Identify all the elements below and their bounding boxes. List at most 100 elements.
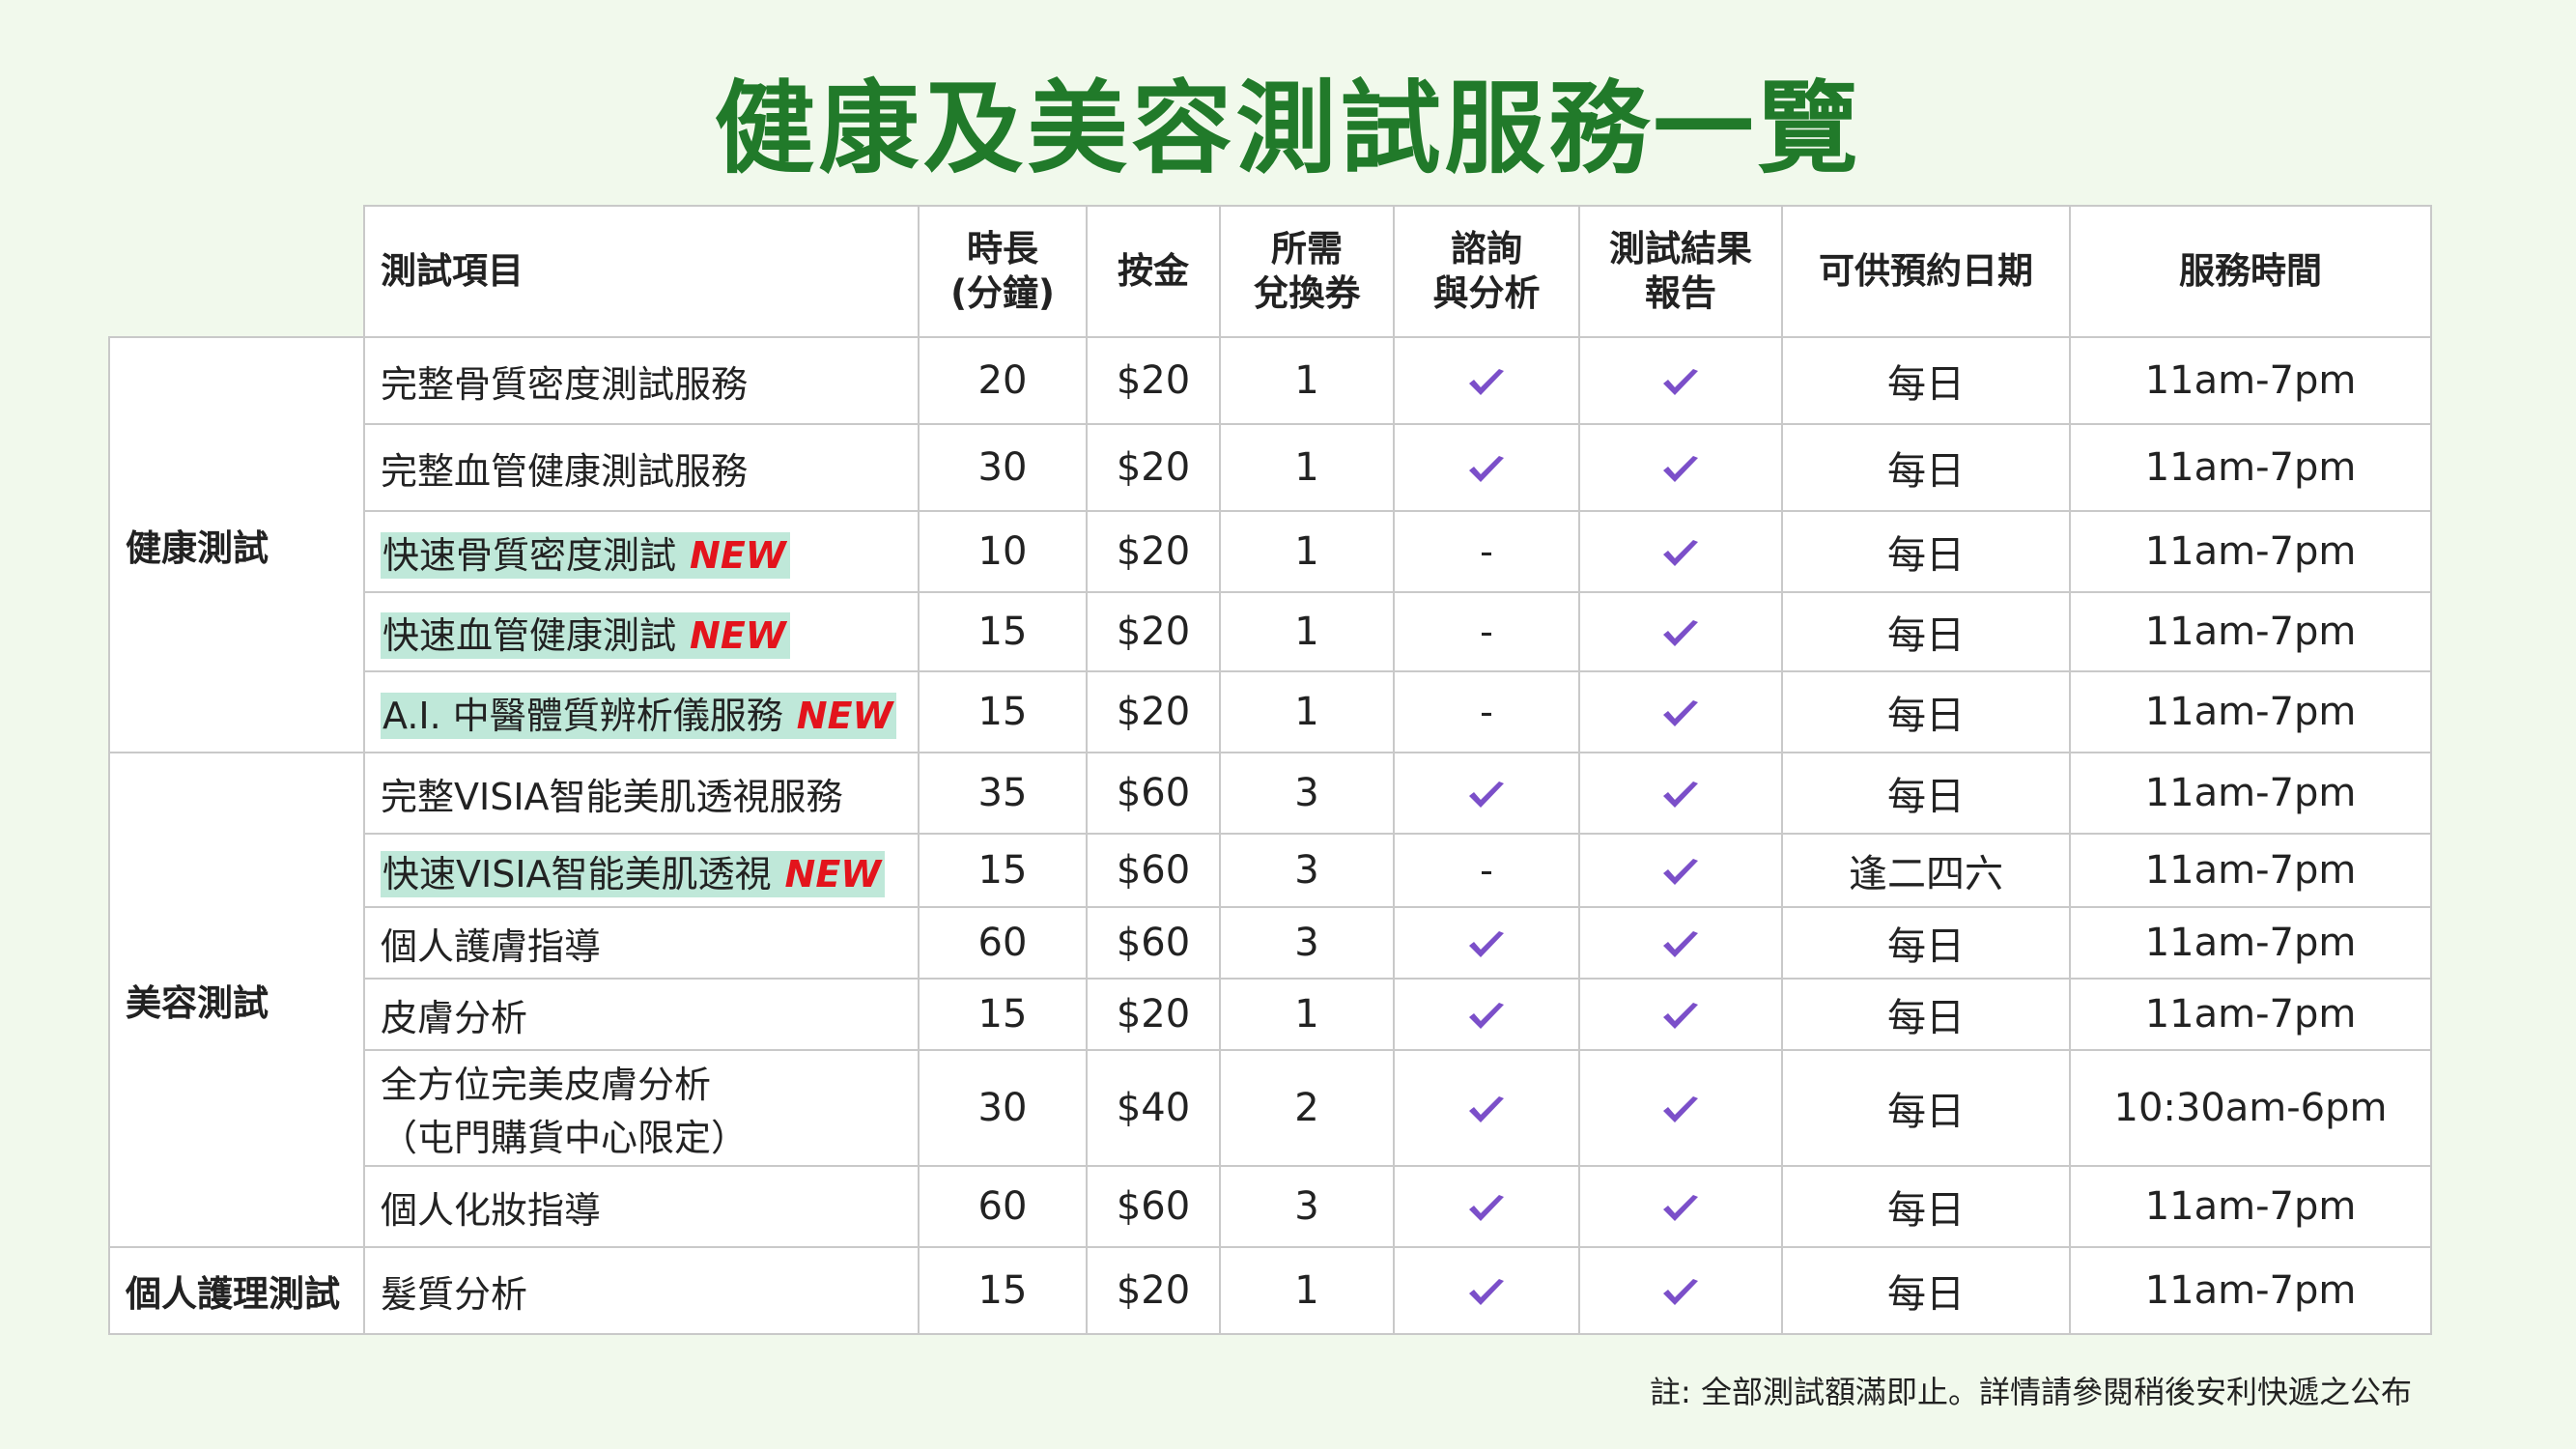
duration-cell: 30 — [918, 423, 1088, 512]
table-row: 快速VISIA智能美肌透視 NEW 15 $60 3 - 逢二四六 11am-7pm — [109, 833, 2432, 908]
duration-cell: 15 — [918, 833, 1088, 908]
header-row: 測試項目 時長 (分鐘) 按金 所需 兌換券 諮詢 與分析 測試結果 報告 可供… — [108, 205, 2432, 338]
deposit-cell: $20 — [1086, 423, 1221, 512]
hours-cell: 11am-7pm — [2069, 336, 2432, 425]
item-cell: 完整VISIA智能美肌透視服務 — [363, 752, 920, 835]
check-icon — [1464, 363, 1509, 402]
consult-cell — [1393, 1049, 1580, 1167]
hours-cell: 11am-7pm — [2069, 591, 2432, 672]
header-item: 測試項目 — [363, 205, 920, 338]
check-icon — [1464, 997, 1509, 1036]
header-duration: 時長 (分鐘) — [918, 205, 1088, 338]
duration-cell: 15 — [918, 1246, 1088, 1335]
table-row: 皮膚分析 15 $20 1 每日 11am-7pm — [109, 978, 2432, 1051]
table-row: 個人護膚指導 60 $60 3 每日 11am-7pm — [109, 906, 2432, 980]
vouchers-cell: 3 — [1219, 752, 1395, 835]
check-icon — [1658, 450, 1703, 489]
new-item-highlight: 快速骨質密度測試 NEW — [381, 531, 790, 579]
table-row: 個人化妝指導 60 $60 3 每日 11am-7pm — [109, 1165, 2432, 1248]
table-row: 美容測試 完整VISIA智能美肌透視服務 35 $60 3 每日 11am-7pm — [108, 752, 2432, 1248]
check-icon — [1464, 776, 1509, 814]
consult-cell: - — [1393, 510, 1580, 593]
consult-cell: - — [1393, 833, 1580, 908]
deposit-cell: $20 — [1086, 1246, 1221, 1335]
item-cell: 髮質分析 — [363, 1246, 920, 1335]
dates-cell: 每日 — [1781, 978, 2071, 1051]
check-icon — [1658, 534, 1703, 573]
dates-cell: 每日 — [1781, 1049, 2071, 1167]
check-icon — [1658, 853, 1703, 892]
item-name: 個人化妝指導 — [381, 1188, 602, 1232]
dates-cell: 每日 — [1781, 906, 2071, 980]
header-report: 測試結果 報告 — [1578, 205, 1783, 338]
vouchers-cell: 1 — [1219, 1246, 1395, 1335]
report-cell — [1578, 670, 1783, 753]
vouchers-cell: 1 — [1219, 336, 1395, 425]
item-name: 全方位完美皮膚分析 — [381, 1064, 712, 1106]
header-consult: 諮詢 與分析 — [1393, 205, 1580, 338]
item-cell: 快速骨質密度測試 NEW — [363, 510, 920, 593]
check-icon — [1658, 1189, 1703, 1228]
table-row: 全方位完美皮膚分析 （屯門購貨中心限定） 30 $40 2 每日 10:30am-6pm — [109, 1049, 2432, 1167]
check-icon — [1658, 363, 1703, 402]
hours-cell: 11am-7pm — [2069, 752, 2432, 835]
dash-mark: - — [1480, 849, 1493, 892]
item-name: 快速VISIA智能美肌透視 — [382, 852, 772, 895]
item-name: 快速骨質密度測試 — [382, 533, 677, 577]
duration-cell: 20 — [918, 336, 1088, 425]
item-name: A.I. 中醫體質辨析儀服務 — [382, 694, 783, 737]
consult-cell: - — [1393, 670, 1580, 753]
vouchers-cell: 1 — [1219, 423, 1395, 512]
check-icon — [1658, 1273, 1703, 1312]
dates-cell: 每日 — [1781, 423, 2071, 512]
item-name: 完整VISIA智能美肌透視服務 — [381, 775, 843, 818]
deposit-cell: $20 — [1086, 591, 1221, 672]
report-cell — [1578, 510, 1783, 593]
category-cell: 美容測試 — [108, 752, 365, 1248]
check-icon — [1658, 1091, 1703, 1129]
services-table: 測試項目 時長 (分鐘) 按金 所需 兌換券 諮詢 與分析 測試結果 報告 可供… — [108, 205, 2432, 1335]
duration-cell: 60 — [918, 906, 1088, 980]
hours-cell: 10:30am-6pm — [2069, 1049, 2432, 1167]
new-item-highlight: 快速VISIA智能美肌透視 NEW — [381, 850, 886, 897]
duration-cell: 35 — [918, 752, 1088, 835]
dash-mark: - — [1480, 611, 1493, 653]
check-icon — [1464, 450, 1509, 489]
item-cell: 個人化妝指導 — [363, 1165, 920, 1248]
header-corner — [108, 205, 365, 338]
vouchers-cell: 1 — [1219, 670, 1395, 753]
table-row: 健康測試 完整骨質密度測試服務 20 $20 1 每日 11am-7pm — [108, 336, 2432, 753]
dates-cell: 每日 — [1781, 510, 2071, 593]
consult-cell — [1393, 336, 1580, 425]
hours-cell: 11am-7pm — [2069, 906, 2432, 980]
item-cell: 個人護膚指導 — [363, 906, 920, 980]
category-cell: 健康測試 — [108, 336, 365, 753]
dash-mark: - — [1480, 530, 1493, 573]
vouchers-cell: 2 — [1219, 1049, 1395, 1167]
duration-cell: 15 — [918, 978, 1088, 1051]
header-deposit: 按金 — [1086, 205, 1221, 338]
hours-cell: 11am-7pm — [2069, 510, 2432, 593]
report-cell — [1578, 978, 1783, 1051]
hours-cell: 11am-7pm — [2069, 423, 2432, 512]
item-cell: 全方位完美皮膚分析 （屯門購貨中心限定） — [363, 1049, 920, 1167]
header-vouchers: 所需 兌換券 — [1219, 205, 1395, 338]
table-row: A.I. 中醫體質辨析儀服務 NEW 15 $20 1 - 每日 11am-7pm — [109, 670, 2432, 753]
deposit-cell: $60 — [1086, 906, 1221, 980]
deposit-cell: $20 — [1086, 670, 1221, 753]
vouchers-cell: 3 — [1219, 906, 1395, 980]
header-hours: 服務時間 — [2069, 205, 2432, 338]
duration-cell: 60 — [918, 1165, 1088, 1248]
footnote: 註: 全部測試額滿即止。詳情請參閱稍後安利快遞之公布 — [1650, 1374, 2412, 1410]
duration-cell: 10 — [918, 510, 1088, 593]
table-row: 完整血管健康測試服務 30 $20 1 每日 11am-7pm — [109, 423, 2432, 512]
vouchers-cell: 3 — [1219, 1165, 1395, 1248]
item-name: 髮質分析 — [381, 1272, 528, 1316]
check-icon — [1464, 1273, 1509, 1312]
item-cell: 快速VISIA智能美肌透視 NEW — [363, 833, 920, 908]
new-item-highlight: 快速血管健康測試 NEW — [381, 611, 790, 659]
page-title: 健康及美容測試服務一覽 — [714, 70, 1862, 187]
duration-cell: 15 — [918, 670, 1088, 753]
consult-cell: - — [1393, 591, 1580, 672]
check-icon — [1658, 695, 1703, 733]
